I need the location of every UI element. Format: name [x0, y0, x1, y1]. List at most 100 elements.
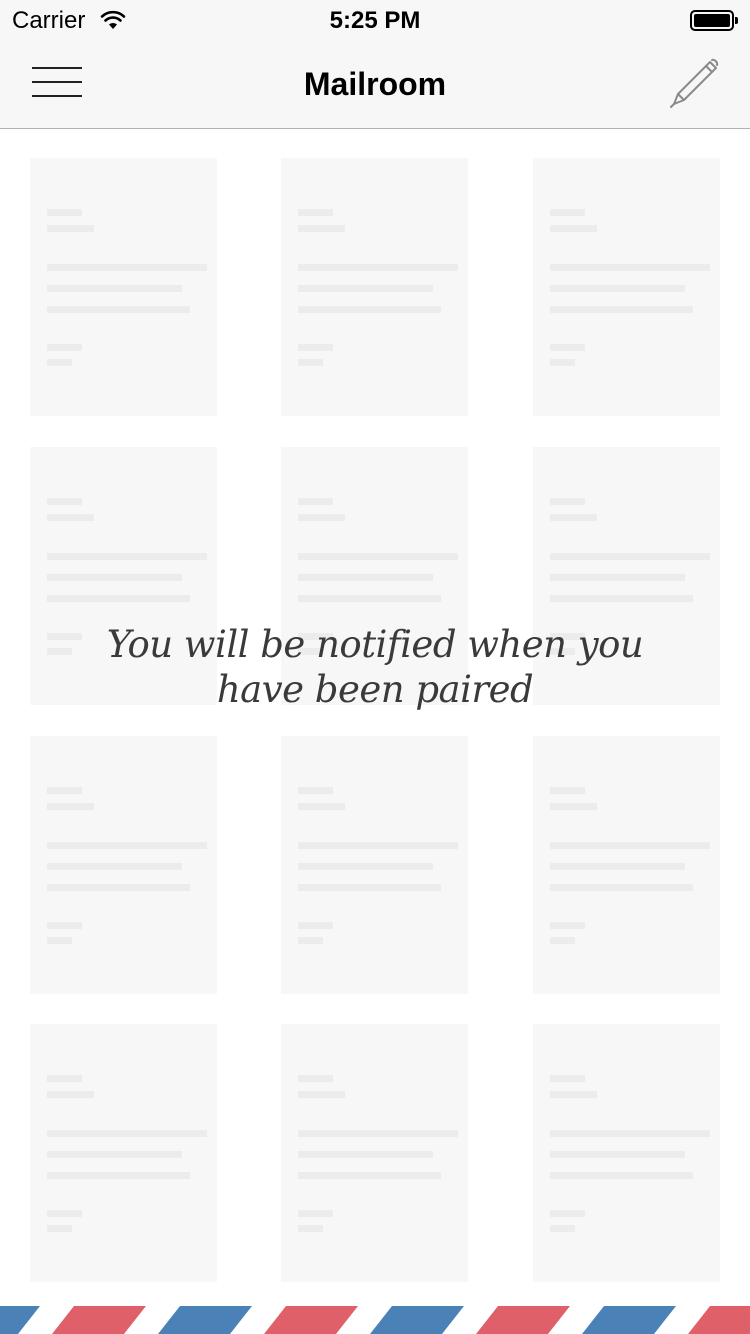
- placeholder-text-line: [550, 359, 575, 366]
- pen-icon[interactable]: [666, 56, 722, 112]
- placeholder-text-line: [47, 209, 82, 216]
- placeholder-text-line: [550, 1151, 685, 1158]
- placeholder-text-line: [47, 1091, 94, 1098]
- placeholder-text-line: [47, 1225, 72, 1232]
- placeholder-text-line: [298, 306, 441, 313]
- placeholder-text-line: [298, 922, 333, 929]
- placeholder-text-line: [298, 595, 441, 602]
- battery-icon: [690, 10, 738, 31]
- navigation-bar: Mailroom: [0, 40, 750, 129]
- placeholder-text-line: [550, 553, 710, 560]
- placeholder-text-line: [550, 514, 597, 521]
- placeholder-text-line: [550, 1225, 575, 1232]
- placeholder-text-line: [550, 1172, 693, 1179]
- airmail-blue-stripe: [582, 1306, 676, 1334]
- letter-placeholder-card: [281, 158, 468, 416]
- placeholder-text-line: [550, 884, 693, 891]
- placeholder-text-line: [550, 922, 585, 929]
- placeholder-text-line: [47, 937, 72, 944]
- placeholder-text-line: [550, 285, 685, 292]
- placeholder-text-line: [550, 498, 585, 505]
- placeholder-text-line: [47, 359, 72, 366]
- placeholder-text-line: [298, 264, 458, 271]
- placeholder-text-line: [550, 306, 693, 313]
- placeholder-text-line: [47, 498, 82, 505]
- placeholder-text-line: [298, 803, 345, 810]
- placeholder-text-line: [298, 937, 323, 944]
- placeholder-text-line: [47, 1151, 182, 1158]
- letter-placeholder-card: [533, 736, 720, 994]
- placeholder-text-line: [298, 787, 333, 794]
- status-time: 5:25 PM: [329, 7, 421, 34]
- placeholder-text-line: [298, 1210, 333, 1217]
- placeholder-text-line: [550, 574, 685, 581]
- placeholder-text-line: [47, 648, 72, 655]
- placeholder-text-line: [47, 514, 94, 521]
- placeholder-text-line: [550, 787, 585, 794]
- placeholder-text-line: [47, 553, 207, 560]
- placeholder-text-line: [550, 1130, 710, 1137]
- placeholder-text-line: [298, 225, 345, 232]
- status-bar: Carrier 5:25 PM: [0, 0, 750, 40]
- placeholder-text-line: [550, 264, 710, 271]
- page-title: Mailroom: [303, 66, 447, 102]
- placeholder-text-line: [550, 209, 585, 216]
- placeholder-text-line: [298, 1075, 333, 1082]
- placeholder-text-line: [550, 803, 597, 810]
- placeholder-text-line: [47, 803, 94, 810]
- mailroom-screen: Carrier 5:25 PM Mailroom You will be not…: [0, 0, 750, 1334]
- placeholder-text-line: [298, 1091, 345, 1098]
- letter-placeholder-card: [533, 158, 720, 416]
- placeholder-text-line: [550, 863, 685, 870]
- placeholder-text-line: [47, 884, 190, 891]
- placeholder-text-line: [47, 225, 94, 232]
- placeholder-text-line: [298, 514, 345, 521]
- letter-placeholder-card: [533, 1024, 720, 1282]
- airmail-red-stripe: [688, 1306, 750, 1334]
- letter-placeholder-card: [30, 1024, 217, 1282]
- letter-placeholder-card: [30, 736, 217, 994]
- pairing-status-message: You will be notified when you have been …: [106, 623, 644, 711]
- placeholder-text-line: [550, 344, 585, 351]
- letter-placeholder-card: [30, 158, 217, 416]
- airmail-blue-stripe: [0, 1306, 40, 1334]
- airmail-red-stripe: [264, 1306, 358, 1334]
- placeholder-text-line: [298, 498, 333, 505]
- placeholder-text-line: [47, 1075, 82, 1082]
- placeholder-text-line: [298, 842, 458, 849]
- placeholder-text-line: [47, 595, 190, 602]
- placeholder-text-line: [298, 1130, 458, 1137]
- placeholder-text-line: [47, 863, 182, 870]
- placeholder-text-line: [298, 884, 441, 891]
- placeholder-text-line: [47, 344, 82, 351]
- placeholder-text-line: [550, 1075, 585, 1082]
- placeholder-text-line: [47, 285, 182, 292]
- airmail-blue-stripe: [370, 1306, 464, 1334]
- placeholder-text-line: [47, 574, 182, 581]
- airmail-stripe-border: [0, 1306, 750, 1334]
- placeholder-text-line: [550, 1210, 585, 1217]
- placeholder-text-line: [47, 922, 82, 929]
- airmail-red-stripe: [52, 1306, 146, 1334]
- airmail-red-stripe: [476, 1306, 570, 1334]
- placeholder-text-line: [47, 1130, 207, 1137]
- placeholder-text-line: [550, 225, 597, 232]
- placeholder-text-line: [298, 1225, 323, 1232]
- letter-placeholder-grid: [0, 129, 750, 1299]
- placeholder-text-line: [298, 574, 433, 581]
- placeholder-text-line: [550, 842, 710, 849]
- placeholder-text-line: [47, 264, 207, 271]
- placeholder-text-line: [298, 553, 458, 560]
- placeholder-text-line: [550, 1091, 597, 1098]
- placeholder-text-line: [298, 344, 333, 351]
- placeholder-text-line: [550, 595, 693, 602]
- placeholder-text-line: [550, 937, 575, 944]
- placeholder-text-line: [47, 1172, 190, 1179]
- placeholder-text-line: [298, 1151, 433, 1158]
- placeholder-text-line: [47, 306, 190, 313]
- placeholder-text-line: [47, 842, 207, 849]
- letter-placeholder-card: [281, 736, 468, 994]
- placeholder-text-line: [298, 209, 333, 216]
- airmail-blue-stripe: [158, 1306, 252, 1334]
- placeholder-text-line: [298, 285, 433, 292]
